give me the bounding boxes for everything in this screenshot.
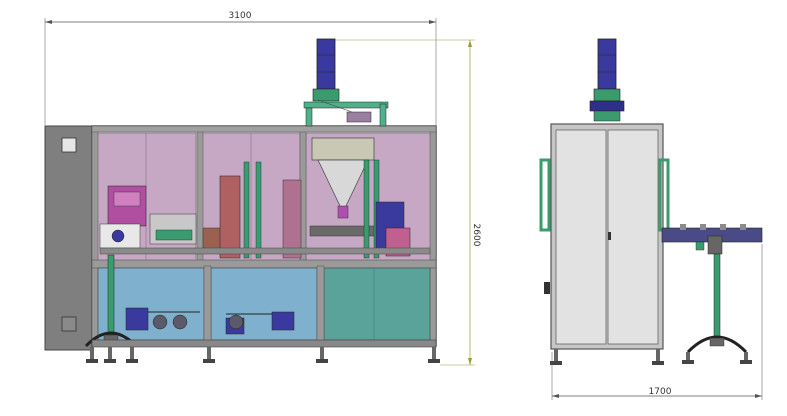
electrical-cabinet	[44, 125, 93, 351]
side-hopper-motor	[589, 38, 625, 122]
door-handle-icon	[608, 232, 611, 240]
side-cabinet	[539, 123, 670, 350]
side-feet	[550, 349, 752, 365]
dimension-label-1700: 1700	[649, 387, 672, 397]
machine-drawing: 3100 2600 1700	[44, 11, 763, 400]
front-base	[86, 339, 440, 363]
side-view: 1700	[539, 38, 763, 400]
lower-glass-panels	[97, 265, 431, 347]
side-door-right	[607, 129, 659, 345]
cabinet-window-top	[61, 137, 77, 153]
side-conveyor	[661, 224, 763, 354]
hopper-motor	[316, 38, 336, 90]
dimension-label-2600: 2600	[471, 224, 481, 247]
dimension-label-3100: 3100	[229, 11, 252, 21]
front-feet	[86, 347, 440, 363]
cabinet-window-bottom	[61, 316, 77, 332]
middle-rail	[91, 259, 437, 269]
side-door-left	[555, 129, 607, 345]
front-view: 3100 2600	[44, 11, 481, 366]
